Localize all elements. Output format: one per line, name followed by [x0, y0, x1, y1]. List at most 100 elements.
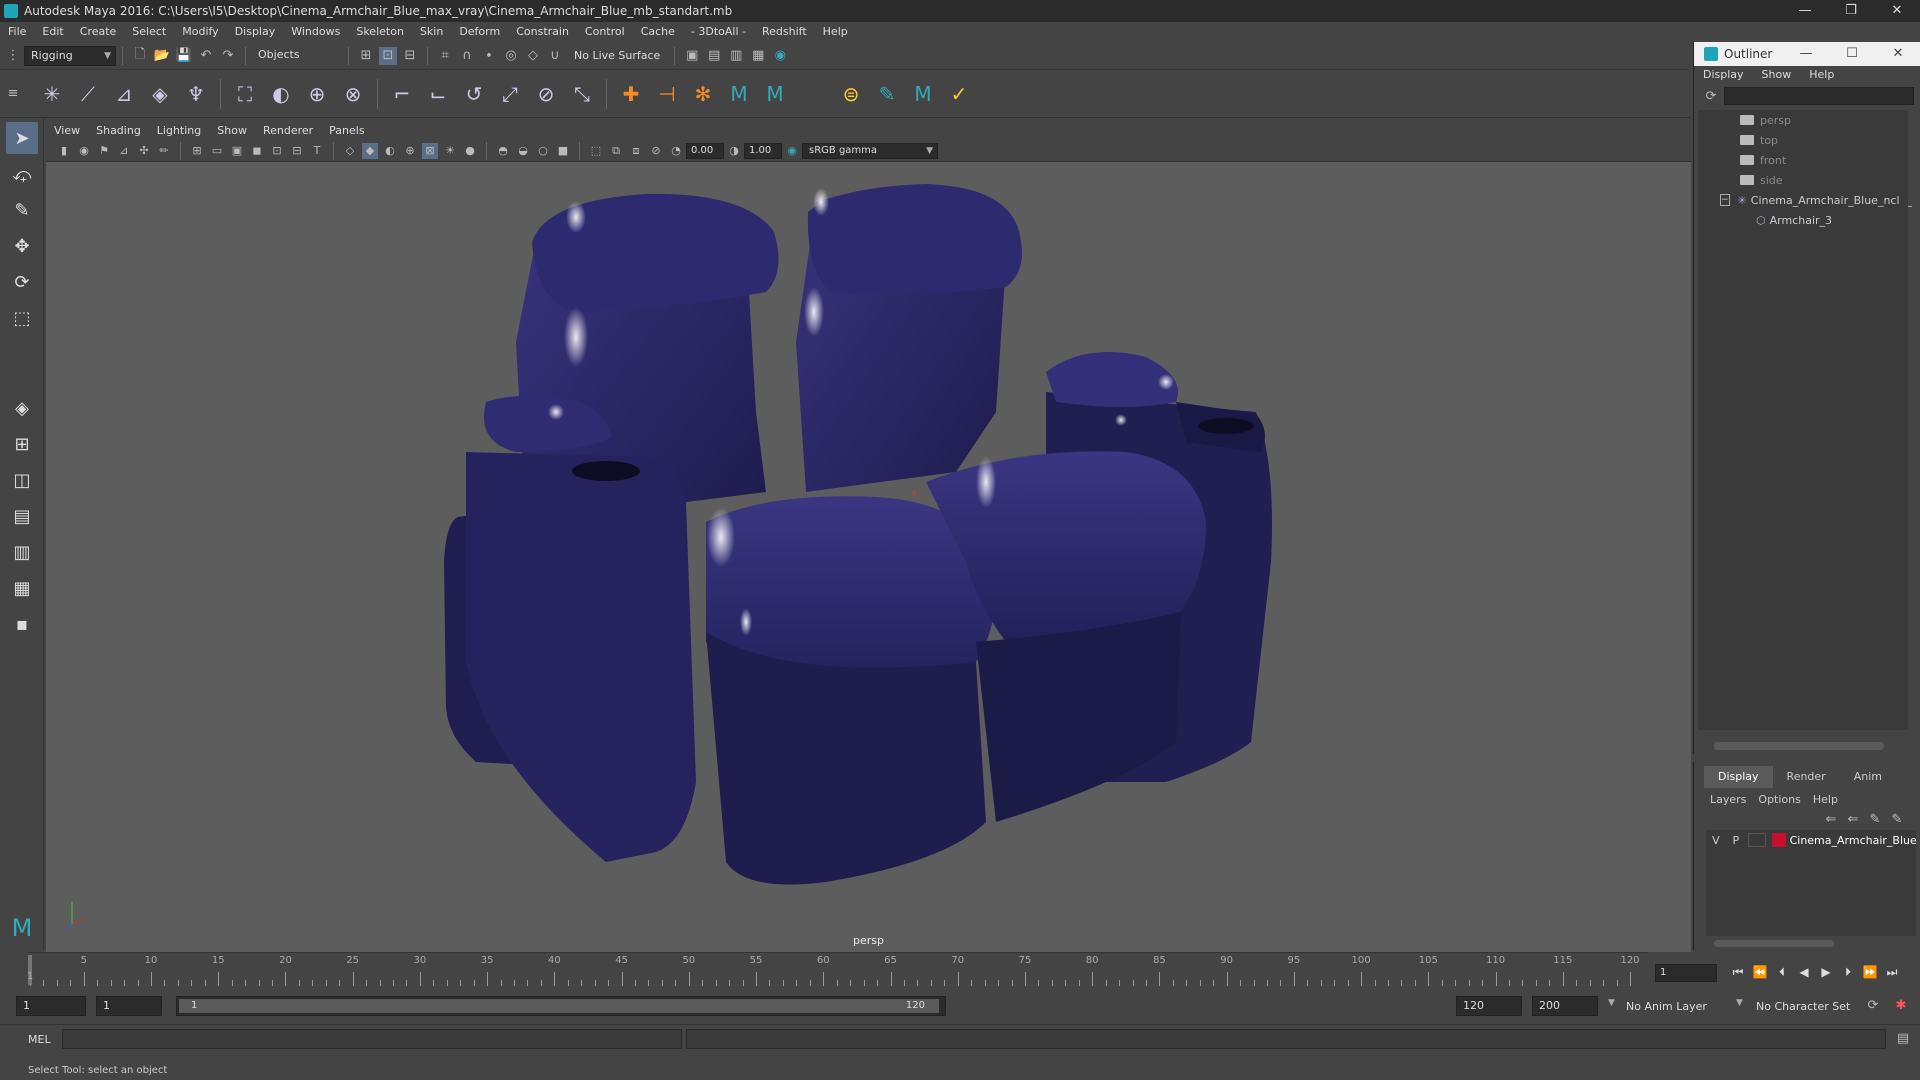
outliner-close-button[interactable]: ✕ — [1875, 42, 1920, 66]
film-gate-icon[interactable]: ▭ — [209, 143, 225, 159]
bookmark-icon[interactable]: ⚑ — [96, 143, 112, 159]
snap-surface-icon[interactable]: ◇ — [524, 47, 542, 65]
outliner-item-persp[interactable]: persp — [1698, 110, 1908, 130]
step-forward-frame-icon[interactable]: ⏵ — [1838, 962, 1858, 982]
menu-3dtoall[interactable]: - 3DtoAll - — [683, 22, 754, 42]
insert-joint-icon[interactable]: ◈ — [145, 79, 175, 109]
menu-constrain[interactable]: Constrain — [508, 22, 577, 42]
outliner-minimize-button[interactable]: — — [1783, 42, 1829, 66]
outliner-item-side[interactable]: side — [1698, 170, 1908, 190]
joint-orient-icon[interactable]: ⊣ — [652, 79, 682, 109]
close-button[interactable]: ✕ — [1874, 0, 1920, 22]
range-slider-handle[interactable]: 1 120 — [179, 999, 939, 1013]
menu-select[interactable]: Select — [124, 22, 174, 42]
gamma-field[interactable]: 1.00 — [744, 142, 782, 159]
save-scene-icon[interactable]: 💾 — [175, 47, 193, 65]
play-backward-icon[interactable]: ◀ — [1794, 962, 1814, 982]
render-frame-icon[interactable]: ▤ — [705, 47, 723, 65]
joint-tool-icon[interactable]: ✳ — [37, 79, 67, 109]
menu-cache[interactable]: Cache — [633, 22, 683, 42]
single-perspective-icon[interactable]: ◈ — [6, 392, 38, 424]
layer-display-type[interactable] — [1747, 833, 1766, 847]
vp-menu-view[interactable]: View — [46, 122, 88, 140]
select-hierarchy-icon[interactable]: ⊞ — [357, 47, 375, 65]
auto-key-icon[interactable]: ⟳ — [1864, 996, 1882, 1014]
xray-icon[interactable]: ⧉ — [608, 143, 624, 159]
cluster-icon[interactable]: ◐ — [266, 79, 296, 109]
collapse-handle-icon[interactable]: ⋮ — [4, 47, 22, 65]
vp-menu-panels[interactable]: Panels — [321, 122, 372, 140]
step-back-frame-icon[interactable]: ⏴ — [1772, 962, 1792, 982]
redo-icon[interactable]: ↷ — [219, 47, 237, 65]
undo-icon[interactable]: ↶ — [197, 47, 215, 65]
two-view-icon[interactable]: ◫ — [6, 464, 38, 496]
menu-skeleton[interactable]: Skeleton — [348, 22, 412, 42]
color-management-icon[interactable]: ◉ — [784, 143, 800, 159]
default-material-icon[interactable]: ◐ — [382, 143, 398, 159]
play-forward-icon[interactable]: ▶ — [1816, 962, 1836, 982]
hypershade-layout-icon[interactable]: ▦ — [6, 572, 38, 604]
grease-pencil-icon[interactable]: ✏ — [156, 143, 172, 159]
script-language-label[interactable]: MEL — [28, 1033, 51, 1046]
layer-name[interactable]: Cinema_Armchair_Blue — [1790, 834, 1916, 847]
textured-icon[interactable]: ⊠ — [422, 142, 438, 159]
outliner-item-front[interactable]: front — [1698, 150, 1908, 170]
lattice-icon[interactable]: ⊕ — [302, 79, 332, 109]
gate-mask-icon[interactable]: ◼ — [249, 143, 265, 159]
anim-prefs-icon[interactable]: ✱ — [1892, 996, 1910, 1014]
selection-mode-dropdown[interactable]: Objects — [252, 46, 342, 66]
motion-blur-icon[interactable]: ◒ — [515, 143, 531, 159]
move-tool-icon[interactable]: ✥ — [6, 230, 38, 262]
anim-layer-label[interactable]: No Anim Layer — [1626, 1000, 1707, 1013]
menu-display[interactable]: Display — [227, 22, 284, 42]
paint-skin-icon[interactable]: ✎ — [872, 79, 902, 109]
maya-shelf-icon-1[interactable]: M — [724, 79, 754, 109]
step-forward-key-icon[interactable]: ⏩ — [1860, 962, 1880, 982]
select-component-icon[interactable]: ⊟ — [401, 47, 419, 65]
tab-display[interactable]: Display — [1704, 766, 1773, 788]
screen-space-ao-icon[interactable]: ◓ — [495, 143, 511, 159]
safe-action-icon[interactable]: ⊟ — [289, 143, 305, 159]
xray-joints-icon[interactable]: ⧈ — [628, 143, 644, 159]
resolution-gate-icon[interactable]: ▣ — [229, 143, 245, 159]
outliner-refresh-icon[interactable]: ⟳ — [1702, 87, 1720, 105]
layer-list[interactable]: V P Cinema_Armchair_Blue — [1706, 830, 1916, 936]
layer-scrollbar-h[interactable] — [1714, 940, 1834, 947]
menu-control[interactable]: Control — [577, 22, 633, 42]
go-to-start-icon[interactable]: ⏮ — [1728, 962, 1748, 982]
outliner-list[interactable]: persp top front side − ✳ Cinema_Armchair_B… — [1698, 110, 1912, 730]
current-frame-field[interactable]: 1 — [1655, 964, 1717, 982]
hypershade-icon[interactable]: ◉ — [771, 47, 789, 65]
scale-tool-icon[interactable]: ⬚ — [6, 302, 38, 334]
camera-select-icon[interactable]: ▮ — [56, 143, 72, 159]
image-plane-icon[interactable]: ⊿ — [116, 143, 132, 159]
menu-set-dropdown[interactable]: Rigging ▼ — [24, 45, 116, 66]
select-tool-icon[interactable]: ➤ — [6, 122, 38, 154]
smooth-shade-icon[interactable]: ◆ — [362, 142, 378, 159]
graph-layout-icon[interactable]: ▥ — [6, 536, 38, 568]
range-slider-bar[interactable]: 1 120 — [176, 996, 946, 1016]
rotate-tool-icon[interactable]: ⟳ — [6, 266, 38, 298]
playback-start-field[interactable]: 1 — [96, 996, 162, 1016]
shadows-icon[interactable]: ● — [462, 143, 478, 159]
locator-icon[interactable]: ✚ — [616, 79, 646, 109]
lights-icon[interactable]: ☀ — [442, 143, 458, 159]
minimize-button[interactable]: — — [1782, 0, 1828, 22]
outliner-search-input[interactable] — [1724, 87, 1914, 105]
parent-constraint-icon[interactable]: ⌐ — [387, 79, 417, 109]
humanik-icon[interactable]: ♆ — [181, 79, 211, 109]
open-scene-icon[interactable]: 📂 — [153, 47, 171, 65]
outliner-layout-icon[interactable]: ▤ — [6, 500, 38, 532]
exposure-icon[interactable]: ◔ — [668, 143, 684, 159]
safe-title-icon[interactable]: T — [309, 143, 325, 159]
outliner-item-group[interactable]: − ✳ Cinema_Armchair_Blue_ncl1_ — [1698, 190, 1912, 210]
snap-curve-icon[interactable]: ∩ — [458, 47, 476, 65]
outliner-maximize-button[interactable]: ☐ — [1829, 42, 1875, 66]
aim-constraint-icon[interactable]: ⊘ — [531, 79, 561, 109]
camera-attr-icon[interactable]: ◉ — [76, 143, 92, 159]
bind-skin-icon[interactable]: ⛶ — [230, 79, 260, 109]
mirror-joint-icon[interactable]: ✻ — [688, 79, 718, 109]
render-settings-icon[interactable]: ▦ — [749, 47, 767, 65]
menu-modify[interactable]: Modify — [174, 22, 226, 42]
new-layer-selected-icon[interactable]: ✎ — [1888, 810, 1906, 828]
